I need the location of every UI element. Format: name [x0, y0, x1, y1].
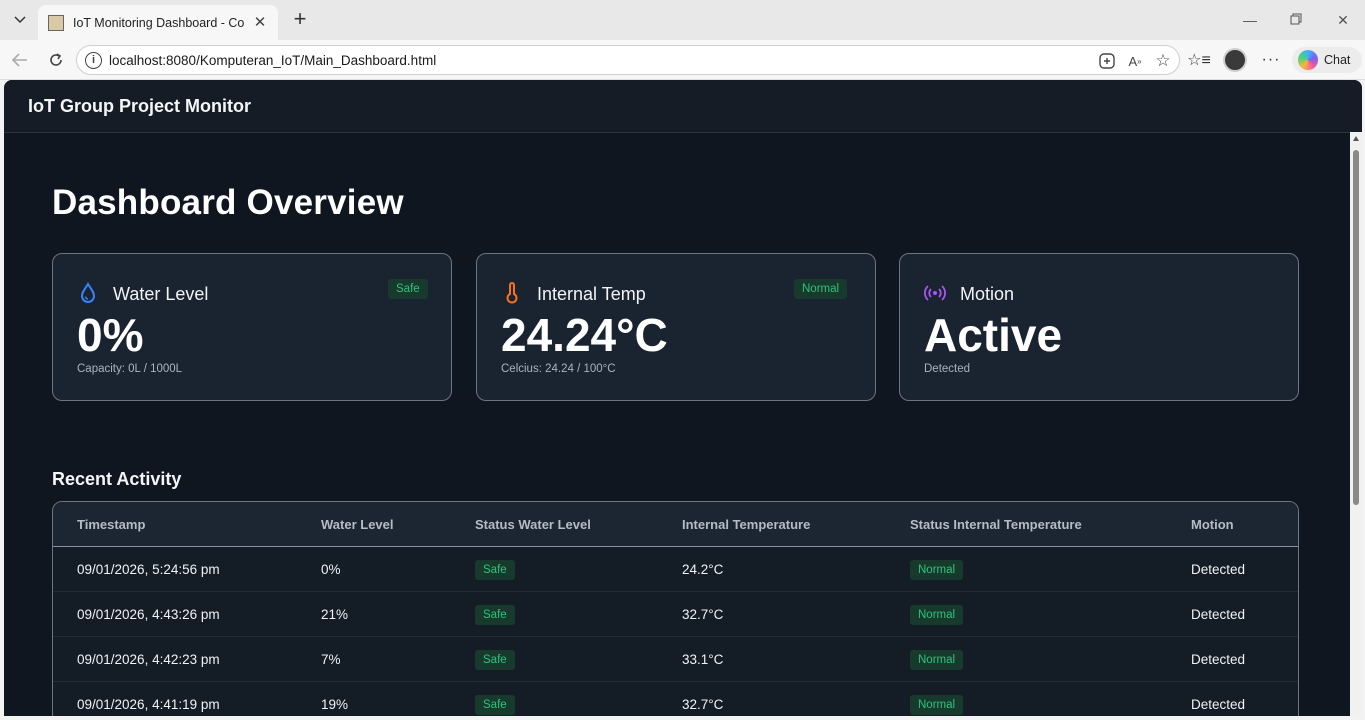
temperature-cell: 24.2°C: [682, 562, 724, 577]
water-status-badge: Safe: [475, 605, 515, 625]
table-row: 09/01/2026, 4:42:23 pm 7% Safe 33.1°C No…: [53, 637, 1298, 682]
water-status-badge: Safe: [475, 695, 515, 715]
browser-tab-bar: IoT Monitoring Dashboard - Core ✕ + — ✕: [0, 0, 1365, 40]
column-header: Motion: [1191, 517, 1234, 532]
motion-cell: Detected: [1191, 607, 1246, 622]
back-arrow-icon[interactable]: [8, 48, 32, 72]
card-value: Active: [924, 309, 1063, 361]
card-subtext: Detected: [924, 363, 971, 375]
close-window-icon[interactable]: ✕: [1331, 8, 1355, 32]
site-info-icon[interactable]: i: [85, 52, 102, 69]
motion-card: Motion Active Detected: [899, 253, 1299, 401]
favorites-icon[interactable]: ☆≡: [1187, 49, 1211, 71]
card-subtext: Celcius: 24.24 / 100°C: [501, 363, 616, 375]
new-tab-icon[interactable]: +: [288, 8, 312, 32]
chat-label: Chat: [1324, 53, 1351, 67]
copilot-icon: [1298, 50, 1318, 70]
more-options-icon[interactable]: ···: [1260, 49, 1282, 71]
app-header: IoT Group Project Monitor: [4, 80, 1362, 133]
minimize-icon[interactable]: —: [1238, 8, 1262, 32]
card-label: Motion: [960, 284, 1015, 304]
column-header: Timestamp: [77, 517, 146, 532]
water-level-card: Water Level Safe 0% Capacity: 0L / 1000L: [52, 253, 452, 401]
card-value: 24.24°C: [501, 309, 668, 361]
temperature-cell: 33.1°C: [682, 652, 724, 667]
url-text: localhost:8080/Komputeran_IoT/Main_Dashb…: [109, 53, 437, 68]
favicon-icon: [48, 14, 64, 31]
internal-temp-card: Internal Temp Normal 24.24°C Celcius: 24…: [476, 253, 876, 401]
tab-title: IoT Monitoring Dashboard - Core: [73, 15, 244, 30]
column-header: Water Level: [321, 517, 394, 532]
restore-icon[interactable]: [1284, 8, 1308, 32]
water-drop-icon: [80, 282, 96, 303]
browser-tab[interactable]: IoT Monitoring Dashboard - Core ✕: [38, 5, 278, 40]
column-header: Status Water Level: [475, 517, 591, 532]
browser-toolbar: i localhost:8080/Komputeran_IoT/Main_Das…: [0, 40, 1365, 80]
motion-sensor-icon: [924, 285, 946, 301]
timestamp-cell: 09/01/2026, 4:43:26 pm: [77, 607, 220, 622]
address-bar[interactable]: i localhost:8080/Komputeran_IoT/Main_Das…: [76, 45, 1180, 75]
table-row: 09/01/2026, 4:41:19 pm 19% Safe 32.7°C N…: [53, 682, 1298, 716]
temp-status-badge: Normal: [910, 560, 964, 580]
temp-status-badge: Normal: [910, 695, 964, 715]
timestamp-cell: 09/01/2026, 4:41:19 pm: [77, 697, 220, 712]
thermometer-icon: [506, 282, 518, 304]
page-viewport: IoT Group Project Monitor Dashboard Over…: [4, 80, 1362, 716]
status-badge: Normal: [794, 279, 848, 299]
motion-cell: Detected: [1191, 697, 1246, 712]
water-status-badge: Safe: [475, 560, 515, 580]
status-badge: Safe: [388, 279, 428, 299]
recent-activity-title: Recent Activity: [52, 469, 182, 489]
table-header: Timestamp Water Level Status Water Level…: [53, 502, 1298, 547]
water-level-cell: 21%: [321, 607, 349, 622]
timestamp-cell: 09/01/2026, 4:42:23 pm: [77, 652, 220, 667]
motion-cell: Detected: [1191, 652, 1246, 667]
card-value: 0%: [77, 309, 144, 361]
water-level-cell: 7%: [321, 652, 341, 667]
temp-status-badge: Normal: [910, 650, 964, 670]
app-available-icon[interactable]: [1097, 51, 1117, 71]
temperature-cell: 32.7°C: [682, 607, 724, 622]
table-row: 09/01/2026, 4:43:26 pm 21% Safe 32.7°C N…: [53, 592, 1298, 637]
profile-avatar[interactable]: [1223, 48, 1247, 72]
water-level-cell: 0%: [321, 562, 341, 577]
column-header: Internal Temperature: [682, 517, 811, 532]
water-level-cell: 19%: [321, 697, 349, 712]
temp-status-badge: Normal: [910, 605, 964, 625]
close-tab-icon[interactable]: ✕: [252, 14, 268, 31]
read-aloud-icon[interactable]: A»: [1125, 51, 1145, 71]
page-title: Dashboard Overview: [52, 183, 404, 222]
scrollbar-thumb[interactable]: [1353, 150, 1359, 505]
tab-list-chevron-icon[interactable]: [6, 7, 34, 33]
scroll-up-arrow-icon[interactable]: [1353, 136, 1359, 141]
activity-table: Timestamp Water Level Status Water Level…: [52, 501, 1299, 716]
refresh-icon[interactable]: [44, 48, 68, 72]
timestamp-cell: 09/01/2026, 5:24:56 pm: [77, 562, 220, 577]
page-scrollbar[interactable]: [1350, 132, 1362, 716]
favorite-star-icon[interactable]: ☆: [1153, 51, 1173, 71]
copilot-chat-button[interactable]: Chat: [1292, 47, 1362, 73]
card-label: Internal Temp: [537, 284, 646, 304]
water-status-badge: Safe: [475, 650, 515, 670]
card-label: Water Level: [113, 284, 209, 304]
app-title: IoT Group Project Monitor: [28, 96, 251, 116]
motion-cell: Detected: [1191, 562, 1246, 577]
column-header: Status Internal Temperature: [910, 517, 1082, 532]
table-row: 09/01/2026, 5:24:56 pm 0% Safe 24.2°C No…: [53, 547, 1298, 592]
card-subtext: Capacity: 0L / 1000L: [77, 363, 183, 375]
temperature-cell: 32.7°C: [682, 697, 724, 712]
